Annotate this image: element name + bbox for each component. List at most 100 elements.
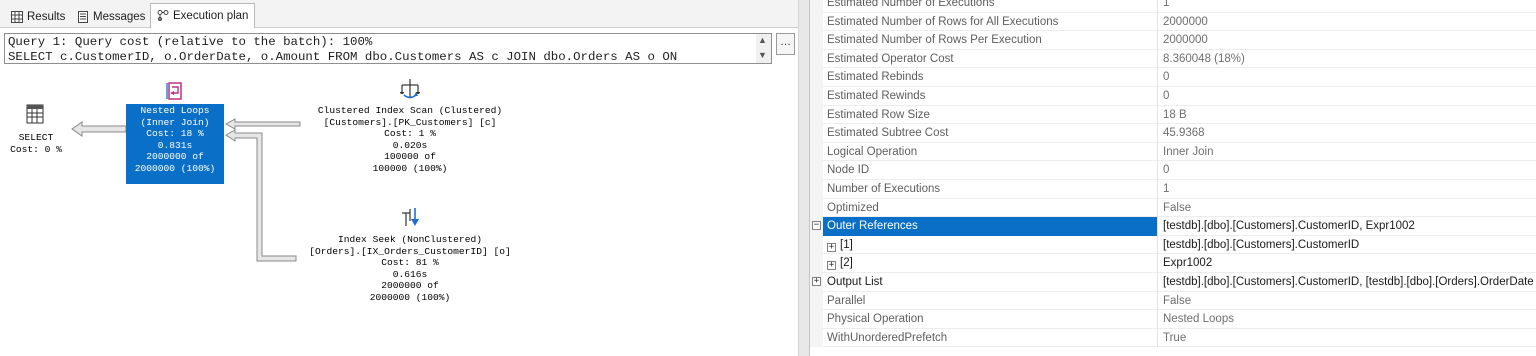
property-gutter [810, 179, 823, 199]
property-gutter: + [810, 272, 823, 292]
expand-icon[interactable]: + [812, 276, 821, 286]
property-row[interactable]: Logical Operation Inner Join [810, 142, 1536, 162]
property-gutter [810, 198, 823, 218]
property-value[interactable]: 1 [1158, 0, 1536, 13]
clustered-index-scan-operator[interactable]: Clustered Index Scan (Clustered) [Custom… [290, 105, 530, 175]
property-name-text: [2] [840, 257, 853, 270]
property-gutter [810, 310, 823, 329]
property-name-text: Node ID [827, 164, 870, 177]
property-name: Optimized [823, 198, 1158, 218]
property-row[interactable]: Estimated Rewinds 0 [810, 86, 1536, 106]
property-name: Estimated Number of Rows for All Executi… [823, 12, 1158, 32]
property-value[interactable]: 0 [1158, 87, 1536, 106]
property-name-text: Estimated Rebinds [827, 71, 924, 84]
property-row[interactable]: − Outer References [testdb].[dbo].[Custome… [810, 217, 1536, 236]
property-value[interactable]: False [1158, 199, 1536, 218]
property-name-text: Logical Operation [827, 145, 918, 158]
property-row[interactable]: Estimated Number of Rows for All Executi… [810, 12, 1536, 32]
select-operator-label: SELECT Cost: 0 % [10, 132, 62, 155]
expand-icon[interactable]: + [827, 261, 836, 271]
property-name: + [2] [823, 254, 1158, 273]
property-row[interactable]: Node ID 0 [810, 161, 1536, 180]
property-name-text: Estimated Subtree Cost [827, 127, 949, 140]
property-name: Parallel [823, 291, 1158, 311]
property-row[interactable]: Optimized False [810, 198, 1536, 218]
property-row[interactable]: Physical Operation Nested Loops [810, 310, 1536, 329]
index-seek-operator[interactable]: Index Seek (NonClustered) [Orders].[IX_O… [280, 234, 540, 304]
index-seek-icon[interactable] [399, 206, 421, 230]
property-value[interactable]: True [1158, 329, 1536, 348]
property-gutter [810, 235, 823, 255]
property-value[interactable]: Inner Join [1158, 143, 1536, 162]
property-row[interactable]: WithUnorderedPrefetch True [810, 328, 1536, 348]
property-gutter: − [810, 217, 823, 236]
property-name-text: Estimated Rewinds [827, 89, 926, 102]
property-gutter [810, 12, 823, 32]
property-value[interactable]: 45.9368 [1158, 124, 1536, 143]
property-gutter [810, 49, 823, 69]
property-gutter [810, 105, 823, 125]
property-value[interactable]: 2000000 [1158, 13, 1536, 32]
property-gutter [810, 142, 823, 162]
property-name: Estimated Operator Cost [823, 49, 1158, 69]
property-gutter [810, 31, 823, 50]
property-name: Estimated Row Size [823, 105, 1158, 125]
select-operator-icon[interactable] [26, 104, 44, 124]
arrow-scan-to-nested [224, 118, 301, 130]
property-row[interactable]: Estimated Rebinds 0 [810, 68, 1536, 87]
property-gutter [810, 254, 823, 273]
property-row[interactable]: Estimated Number of Executions 1 [810, 0, 1536, 13]
property-gutter [810, 291, 823, 311]
property-row[interactable]: Estimated Number of Rows Per Execution 20… [810, 31, 1536, 50]
property-value[interactable]: 0 [1158, 161, 1536, 180]
collapse-icon[interactable]: − [812, 221, 821, 231]
property-name: Estimated Number of Rows Per Execution [823, 31, 1158, 50]
property-value[interactable]: 0 [1158, 68, 1536, 87]
property-value[interactable]: [testdb].[dbo].[Customers].CustomerID, E… [1158, 217, 1536, 236]
property-name-text: WithUnorderedPrefetch [827, 331, 948, 344]
pane-splitter[interactable] [798, 0, 810, 356]
property-name-text: [1] [840, 238, 853, 251]
property-name: Estimated Subtree Cost [823, 124, 1158, 143]
property-name: Estimated Rewinds [823, 86, 1158, 106]
property-row[interactable]: + [1] [testdb].[dbo].[Customers].CustomerI… [810, 235, 1536, 255]
expand-icon[interactable]: + [827, 242, 836, 252]
property-value[interactable]: 18 B [1158, 106, 1536, 125]
property-value[interactable]: Nested Loops [1158, 310, 1536, 329]
property-gutter [810, 161, 823, 180]
property-row[interactable]: + [2] Expr1002 [810, 254, 1536, 273]
property-name-text: Estimated Number of Rows for All Executi… [827, 15, 1059, 28]
nested-loops-icon[interactable] [166, 81, 184, 101]
property-value[interactable]: [testdb].[dbo].[Customers].CustomerID [1158, 236, 1536, 255]
property-row[interactable]: + Output List [testdb].[dbo].[Customers].C… [810, 272, 1536, 292]
nested-loops-operator[interactable]: Nested Loops (Inner Join) Cost: 18 % 0.8… [126, 104, 224, 184]
property-row[interactable]: Estimated Row Size 18 B [810, 105, 1536, 125]
property-value[interactable]: 2000000 [1158, 31, 1536, 50]
property-name-text: Number of Executions [827, 182, 941, 195]
clustered-index-scan-icon[interactable] [398, 78, 422, 100]
property-name: Output List [823, 272, 1158, 292]
results-pane: Results Messages Execution plan Query 1:… [0, 0, 798, 356]
property-gutter [810, 86, 823, 106]
property-row[interactable]: Estimated Subtree Cost 45.9368 [810, 124, 1536, 143]
property-name: Physical Operation [823, 310, 1158, 329]
property-name: Estimated Rebinds [823, 68, 1158, 87]
property-name-text: Outer References [827, 220, 918, 233]
property-value[interactable]: False [1158, 292, 1536, 311]
property-name: Outer References [823, 217, 1158, 236]
property-name-text: Physical Operation [827, 313, 924, 326]
property-name: + [1] [823, 235, 1158, 255]
property-value[interactable]: 1 [1158, 180, 1536, 199]
property-gutter [810, 0, 823, 13]
property-value[interactable]: 8.360048 (18%) [1158, 50, 1536, 69]
property-row[interactable]: Number of Executions 1 [810, 179, 1536, 199]
property-value[interactable]: Expr1002 [1158, 254, 1536, 273]
property-gutter [810, 68, 823, 87]
property-gutter [810, 124, 823, 143]
property-value[interactable]: [testdb].[dbo].[Customers].CustomerID, [… [1158, 273, 1536, 292]
property-row[interactable]: Parallel False [810, 291, 1536, 311]
property-name: Number of Executions [823, 179, 1158, 199]
property-name-text: Estimated Operator Cost [827, 52, 954, 65]
properties-grid: Estimated Number of Executions 1 Estimated… [810, 0, 1536, 348]
property-row[interactable]: Estimated Operator Cost 8.360048 (18%) [810, 49, 1536, 69]
